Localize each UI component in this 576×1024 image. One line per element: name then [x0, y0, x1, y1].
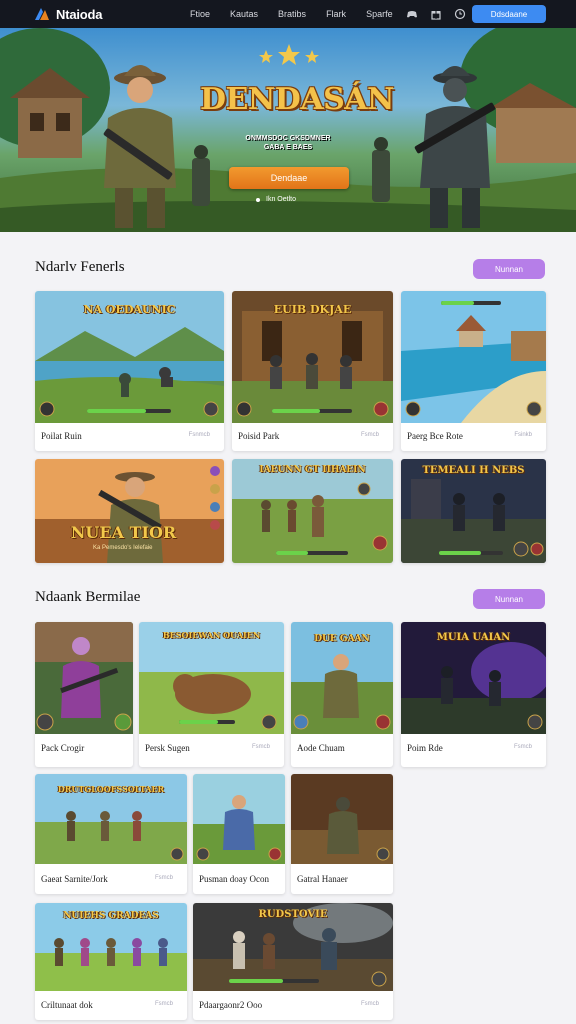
hero-play-button[interactable]: Dendaae — [229, 167, 349, 189]
hud-health-bar — [276, 551, 348, 555]
hero-subtitle: ONMMSDOC GKSDMNER GABA E BAES — [218, 134, 358, 152]
game-card[interactable]: NA OEDAUNIC Poilat Ruin Fsnmcb — [35, 291, 224, 451]
controller-icon[interactable] — [406, 8, 418, 20]
bullet-icon — [256, 197, 260, 202]
nav-links: Ftioe Kautas Bratibs Flark Sparfe — [190, 0, 413, 28]
game-title: Pdaargaonr2 Ooo — [199, 1000, 263, 1010]
game-card[interactable]: DRUTGLOOFSSOLTAER Gaeat Sarnite/Jork Fsm… — [35, 774, 187, 894]
game-title: Persk Sugen — [145, 743, 190, 753]
hero-banner: DENDASÁN ONMMSDOC GKSDMNER GABA E BAES D… — [0, 28, 576, 232]
game-card[interactable]: Pack Crogir — [35, 622, 133, 767]
thumbnail-title: NUEA TIOR — [70, 523, 177, 542]
game-card[interactable]: BESOIEWAN OUAIEN Persk Sugen Fsmcb — [139, 622, 284, 767]
thumbnail-title: RUDSTOVIE — [258, 909, 328, 920]
game-tag: Fsmcb — [252, 744, 270, 750]
game-thumbnail: EUIB DKJAE — [232, 291, 393, 423]
thumbnail-title: NUIEHS GRADEAS — [63, 911, 159, 921]
hud-health-bar — [439, 551, 503, 555]
game-title: Criltunaat dok — [41, 1000, 93, 1010]
game-tag: Fsnmcb — [188, 432, 210, 438]
game-thumbnail: BESOIEWAN OUAIEN — [139, 622, 284, 734]
game-title: Pusman doay Ocon — [199, 874, 269, 884]
hero-title: DENDASÁN — [200, 82, 394, 117]
section2-view-all-button[interactable]: Nunnan — [473, 589, 545, 609]
game-title: Poim Rde — [407, 743, 443, 753]
logo-icon[interactable] — [34, 6, 50, 22]
game-card[interactable]: DUE GAAN Aode Chuam — [291, 622, 393, 767]
hud-health-bar — [87, 409, 171, 413]
thumbnail-title: DUE GAAN — [314, 634, 370, 644]
game-tag: Fsmcb — [155, 875, 173, 881]
game-card[interactable]: EUIB DKJAE Poisid Park Fsmcb — [232, 291, 393, 451]
thumbnail-title: EUIB DKJAE — [273, 303, 352, 316]
nav-link-5[interactable]: Sparfe — [366, 9, 393, 19]
thumbnail-title: NA OEDAUNIC — [83, 303, 176, 316]
nav-link-3[interactable]: Bratibs — [278, 9, 306, 19]
game-thumbnail — [35, 622, 133, 734]
game-title: Gatral Hanaer — [297, 874, 348, 884]
game-card[interactable]: Paerg Bce Rote Fsinkb — [401, 291, 546, 451]
game-card[interactable]: NUEA TIOR Ka Pemesdo's Ielefaie — [35, 459, 224, 563]
thumbnail-subtitle: Ka Pemesdo's Ielefaie — [93, 545, 153, 551]
clock-icon[interactable] — [454, 8, 466, 20]
game-tag: Fsmcb — [155, 1001, 173, 1007]
nav-link-2[interactable]: Kautas — [230, 9, 258, 19]
game-card[interactable]: Pusman doay Ocon — [193, 774, 285, 894]
thumbnail-title: BESOIEWAN OUAIEN — [162, 630, 261, 640]
section1-title: Ndarlv Fenerls — [35, 259, 125, 275]
hud-health-bar — [179, 720, 235, 724]
game-card[interactable]: MUIA UAIAN Poim Rde Fsmcb — [401, 622, 546, 767]
game-title: Poilat Ruin — [41, 431, 82, 441]
game-card[interactable]: IAEUNN GT IIHAEIN — [232, 459, 393, 563]
game-thumbnail: NUEA TIOR Ka Pemesdo's Ielefaie — [35, 459, 224, 563]
game-tag: Fsmcb — [361, 432, 379, 438]
thumbnail-title: DRUTGLOOFSSOLTAER — [57, 784, 165, 794]
game-thumbnail: NUIEHS GRADEAS — [35, 903, 187, 991]
hero-subtitle-line2: GABA E BAES — [263, 144, 313, 151]
section2-title: Ndaank Bermilae — [35, 589, 141, 605]
game-thumbnail: DUE GAAN — [291, 622, 393, 734]
site-logo-text[interactable]: Ntaioda — [56, 7, 102, 22]
game-tag: Fsmcb — [361, 1001, 379, 1007]
hud-health-bar — [441, 301, 501, 305]
game-title: Paerg Bce Rote — [407, 431, 463, 441]
hero-note: Ikn Oetlto — [256, 196, 336, 203]
game-tag: Fsmcb — [514, 744, 532, 750]
game-thumbnail: TEMEALI H NEBS — [401, 459, 546, 563]
thumbnail-title: MUIA UAIAN — [436, 632, 511, 643]
hud-health-bar — [272, 409, 352, 413]
hero-note-text: Ikn Oetlto — [266, 196, 296, 203]
game-thumbnail: IAEUNN GT IIHAEIN — [232, 459, 393, 563]
nav-link-1[interactable]: Ftioe — [190, 9, 210, 19]
gift-icon[interactable] — [430, 8, 442, 20]
game-title: Aode Chuam — [297, 743, 345, 753]
thumbnail-title: IAEUNN GT IIHAEIN — [259, 465, 366, 475]
game-thumbnail: MUIA UAIAN — [401, 622, 546, 734]
hud-health-bar — [229, 979, 319, 983]
game-title: Pack Crogir — [41, 743, 85, 753]
game-thumbnail: DRUTGLOOFSSOLTAER — [35, 774, 187, 864]
nav-cta-button[interactable]: Ddsdaane — [472, 5, 546, 23]
game-card[interactable]: NUIEHS GRADEAS Criltunaat dok Fsmcb — [35, 903, 187, 1020]
nav-icons — [406, 0, 466, 28]
game-thumbnail — [193, 774, 285, 864]
game-tag: Fsinkb — [514, 432, 532, 438]
thumbnail-title: TEMEALI H NEBS — [422, 465, 525, 476]
section1-view-all-button[interactable]: Nunnan — [473, 259, 545, 279]
game-thumbnail: NA OEDAUNIC — [35, 291, 224, 423]
top-nav: Ntaioda Ftioe Kautas Bratibs Flark Sparf… — [0, 0, 576, 28]
game-thumbnail — [291, 774, 393, 864]
nav-link-4[interactable]: Flark — [326, 9, 346, 19]
game-title: Poisid Park — [238, 431, 280, 441]
game-title: Gaeat Sarnite/Jork — [41, 874, 108, 884]
game-card[interactable]: Gatral Hanaer — [291, 774, 393, 894]
game-card[interactable]: TEMEALI H NEBS — [401, 459, 546, 563]
game-card[interactable]: RUDSTOVIE Pdaargaonr2 Ooo Fsmcb — [193, 903, 393, 1020]
game-thumbnail: RUDSTOVIE — [193, 903, 393, 991]
game-thumbnail — [401, 291, 546, 423]
hero-subtitle-line1: ONMMSDOC GKSDMNER — [245, 135, 331, 142]
